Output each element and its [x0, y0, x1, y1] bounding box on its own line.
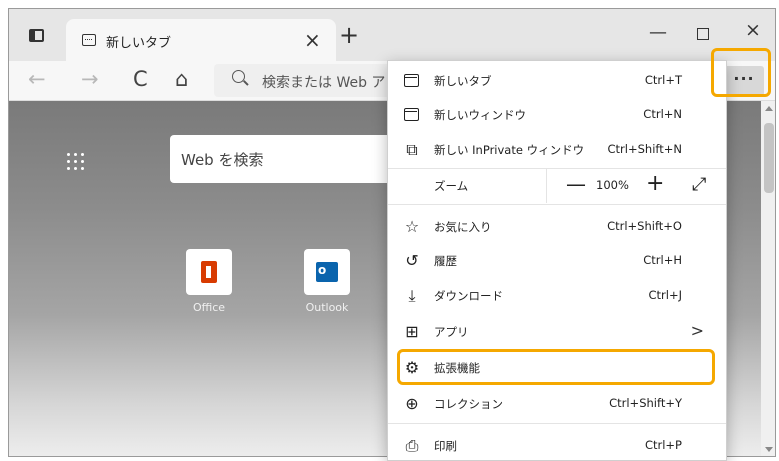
- menu-item-shortcut: Ctrl+Shift+N: [607, 142, 682, 156]
- menu-item-new-tab[interactable]: 新しいタブ Ctrl+T: [388, 64, 726, 98]
- new-tab-page-icon: [82, 34, 96, 46]
- scroll-thumb[interactable]: [764, 123, 774, 193]
- menu-item-label: ダウンロード: [434, 289, 503, 303]
- menu-item-shortcut: Ctrl+H: [643, 253, 682, 267]
- inprivate-window-icon: ⧉: [406, 140, 418, 159]
- menu-item-label: 印刷: [434, 439, 457, 453]
- menu-item-label: 拡張機能: [434, 361, 480, 375]
- forward-arrow-icon[interactable]: →: [81, 67, 99, 91]
- menu-item-label: 新しい InPrivate ウィンドウ: [434, 143, 585, 157]
- menu-item-new-window[interactable]: 新しいウィンドウ Ctrl+N: [388, 98, 726, 132]
- menu-item-shortcut: Ctrl+Shift+Y: [609, 396, 682, 410]
- title-bar: 新しいタブ × + — ×: [9, 9, 775, 61]
- quick-link-label: Office: [192, 301, 226, 314]
- tab-title: 新しいタブ: [106, 36, 172, 51]
- quick-link-label: Outlook: [305, 301, 349, 314]
- maximize-button[interactable]: [697, 28, 709, 40]
- menu-item-apps[interactable]: ⊞ アプリ >: [388, 315, 726, 349]
- extensions-puzzle-icon: ⚙: [404, 358, 420, 377]
- scroll-up-arrow-icon[interactable]: [765, 106, 773, 111]
- collections-icon: ⊕: [405, 394, 419, 413]
- menu-item-new-inprivate-window[interactable]: ⧉ 新しい InPrivate ウィンドウ Ctrl+Shift+N: [388, 133, 726, 167]
- zoom-out-button[interactable]: —: [566, 172, 586, 196]
- menu-item-shortcut: Ctrl+T: [644, 73, 682, 87]
- menu-divider: [388, 204, 726, 205]
- scroll-down-arrow-icon[interactable]: [765, 447, 773, 452]
- zoom-label: ズーム: [434, 179, 469, 193]
- tab-close-icon[interactable]: ×: [304, 28, 321, 52]
- menu-item-label: お気に入り: [434, 220, 492, 234]
- outlook-icon: [316, 262, 338, 282]
- menu-item-history[interactable]: ↺ 履歴 Ctrl+H: [388, 244, 726, 278]
- outlook-tile: [304, 249, 350, 295]
- zoom-separator: [546, 169, 547, 203]
- quick-link-outlook[interactable]: Outlook: [297, 249, 357, 314]
- menu-item-label: 履歴: [434, 254, 457, 268]
- apps-icon: ⊞: [405, 322, 419, 341]
- settings-menu: 新しいタブ Ctrl+T 新しいウィンドウ Ctrl+N ⧉ 新しい InPri…: [387, 60, 727, 461]
- menu-item-extensions[interactable]: ⚙ 拡張機能: [388, 351, 726, 385]
- home-icon[interactable]: ⌂: [175, 67, 188, 91]
- menu-item-label: 新しいウィンドウ: [434, 108, 526, 122]
- refresh-icon[interactable]: C: [133, 67, 148, 91]
- download-icon: ⤓: [408, 286, 416, 305]
- menu-item-label: アプリ: [434, 325, 469, 339]
- menu-item-favorites[interactable]: ☆ お気に入り Ctrl+Shift+O: [388, 210, 726, 244]
- zoom-level: 100%: [596, 178, 629, 192]
- menu-item-label: 新しいタブ: [434, 74, 492, 88]
- tab-actions-icon[interactable]: [29, 29, 44, 42]
- quick-link-office[interactable]: Office: [179, 249, 239, 314]
- office-icon: [201, 261, 217, 283]
- web-search-placeholder: Web を検索: [181, 151, 264, 169]
- history-clock-icon: ↺: [405, 251, 419, 270]
- search-icon: [232, 70, 245, 83]
- menu-item-shortcut: Ctrl+N: [643, 107, 682, 121]
- back-arrow-icon[interactable]: ←: [28, 67, 46, 91]
- menu-item-zoom: ズーム — 100% + ⤢: [388, 169, 726, 203]
- zoom-in-button[interactable]: +: [646, 171, 664, 196]
- minimize-button[interactable]: —: [649, 22, 667, 43]
- menu-divider: [388, 423, 726, 424]
- printer-icon: ⎙: [405, 436, 419, 455]
- menu-item-shortcut: Ctrl+Shift+O: [607, 219, 682, 233]
- new-tab-button[interactable]: +: [339, 23, 359, 47]
- menu-item-print[interactable]: ⎙ 印刷 Ctrl+P: [388, 429, 726, 461]
- app-launcher-icon[interactable]: [67, 153, 87, 173]
- fullscreen-icon[interactable]: ⤢: [692, 174, 706, 195]
- new-tab-icon: [404, 74, 419, 87]
- settings-and-more-button[interactable]: ···: [724, 66, 764, 96]
- tab-new-tab[interactable]: 新しいタブ ×: [66, 19, 336, 61]
- office-tile: [186, 249, 232, 295]
- menu-item-shortcut: Ctrl+J: [648, 288, 683, 302]
- menu-item-shortcut: Ctrl+P: [644, 438, 682, 452]
- menu-item-downloads[interactable]: ⤓ ダウンロード Ctrl+J: [388, 279, 726, 313]
- favorites-star-icon: ☆: [404, 217, 420, 236]
- web-search-input[interactable]: Web を検索: [170, 135, 400, 183]
- address-bar[interactable]: 検索または Web アドレスを入力: [214, 64, 469, 97]
- menu-item-label: コレクション: [434, 397, 503, 411]
- close-window-button[interactable]: ×: [745, 19, 761, 41]
- new-window-icon: [404, 108, 419, 121]
- page-scrollbar[interactable]: [761, 101, 775, 456]
- chevron-right-icon: >: [690, 321, 704, 340]
- menu-item-collections[interactable]: ⊕ コレクション Ctrl+Shift+Y: [388, 387, 726, 421]
